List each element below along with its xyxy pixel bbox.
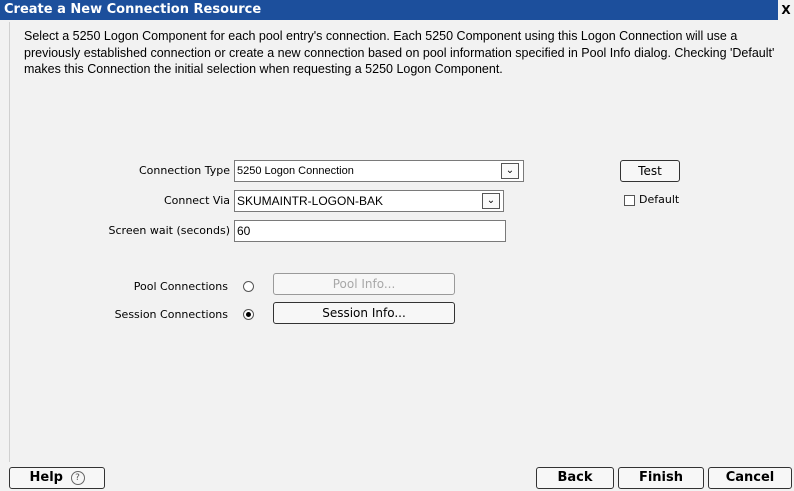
pool-info-button[interactable]: Pool Info... [273, 273, 455, 295]
left-border [9, 22, 10, 462]
chevron-down-icon: ⌄ [505, 165, 515, 176]
screen-wait-label: Screen wait (seconds) [108, 224, 230, 237]
connection-type-value: 5250 Logon Connection [237, 165, 354, 177]
connect-via-label: Connect Via [163, 194, 230, 207]
back-button[interactable]: Back [536, 467, 614, 489]
pool-connections-label: Pool Connections [133, 280, 228, 293]
connection-type-dropdown-button[interactable]: ⌄ [501, 163, 519, 179]
session-connections-label: Session Connections [114, 308, 228, 321]
chevron-down-icon: ⌄ [486, 195, 496, 206]
connection-type-label: Connection Type [138, 164, 230, 177]
screen-wait-input[interactable]: 60 [234, 220, 506, 242]
dialog: Create a New Connection Resource X Selec… [0, 0, 794, 491]
help-label: Help [29, 470, 63, 485]
help-icon: ? [70, 470, 85, 485]
finish-button[interactable]: Finish [618, 467, 704, 489]
default-label: Default [639, 193, 680, 206]
connect-via-select[interactable]: SKUMAINTR-LOGON-BAK [234, 190, 504, 212]
cancel-button[interactable]: Cancel [708, 467, 792, 489]
title-bar: Create a New Connection Resource X [0, 0, 794, 20]
connect-via-dropdown-button[interactable]: ⌄ [482, 193, 500, 209]
help-button[interactable]: Help ? [9, 467, 105, 489]
window-title: Create a New Connection Resource [4, 2, 262, 17]
session-info-button[interactable]: Session Info... [273, 302, 455, 324]
session-connections-radio[interactable] [243, 309, 254, 320]
connection-type-select[interactable]: 5250 Logon Connection [234, 160, 524, 182]
pool-connections-radio[interactable] [243, 281, 254, 292]
description-text: Select a 5250 Logon Component for each p… [24, 29, 775, 76]
default-checkbox[interactable] [624, 195, 635, 206]
close-button[interactable]: X [778, 0, 794, 20]
connect-via-value: SKUMAINTR-LOGON-BAK [237, 194, 384, 208]
test-button[interactable]: Test [620, 160, 680, 182]
